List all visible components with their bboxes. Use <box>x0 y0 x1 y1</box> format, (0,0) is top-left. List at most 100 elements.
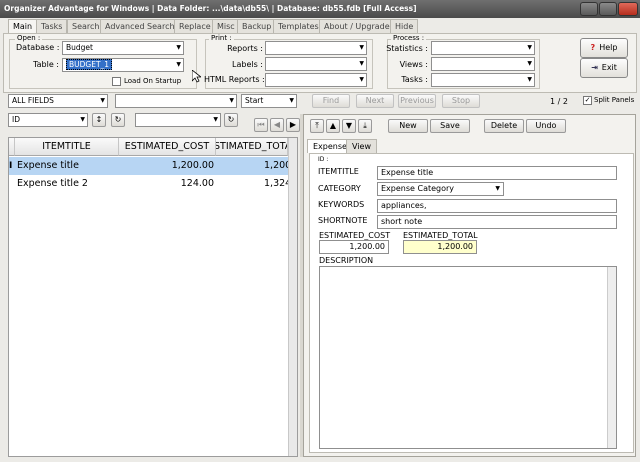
delete-record-button[interactable]: Delete <box>484 119 524 133</box>
column-header-itemtitle[interactable]: ITEMTITLE <box>15 138 119 156</box>
sort-direction-button[interactable]: ↕ <box>92 113 106 127</box>
top-icon: ⤒ <box>315 121 319 130</box>
tab-label: Tasks <box>41 22 63 31</box>
table-row[interactable]: Expense title 2 124.00 1,324.00 <box>9 175 297 193</box>
estimated-total-field[interactable]: 1,200.00 <box>403 240 477 254</box>
split-panels-checkbox[interactable]: ✓ <box>583 96 592 105</box>
tab-misc[interactable]: Misc <box>212 19 240 34</box>
tab-search[interactable]: Search <box>67 19 105 34</box>
chevron-down-icon: ▼ <box>80 116 85 123</box>
database-value: Budget <box>66 43 93 52</box>
first-icon: ⏮ <box>257 120 265 129</box>
tab-backup[interactable]: Backup <box>237 19 277 34</box>
estimated-cost-field[interactable]: 1,200.00 <box>319 240 389 254</box>
chevron-down-icon: ▼ <box>359 76 364 83</box>
description-vertical-scrollbar[interactable] <box>607 267 616 448</box>
category-select[interactable]: Expense Category ▼ <box>377 182 504 196</box>
tab-templates[interactable]: Templates <box>273 19 324 34</box>
move-up-button[interactable]: ▲ <box>326 119 340 133</box>
help-button[interactable]: ? Help <box>580 38 628 58</box>
reports-select[interactable]: ▼ <box>265 41 367 55</box>
tab-label: Replace <box>179 22 211 31</box>
estimated-total-label: ESTIMATED_TOTAL <box>403 231 478 240</box>
database-select[interactable]: Budget ▼ <box>62 41 184 55</box>
tasks-label: Tasks : <box>401 75 428 84</box>
refresh-icon: ↻ <box>227 115 235 124</box>
tab-view[interactable]: View <box>346 139 377 153</box>
exit-label: Exit <box>601 63 617 72</box>
exit-button[interactable]: ⇥ Exit <box>580 58 628 78</box>
keywords-value: appliances, <box>381 201 427 210</box>
stop-button[interactable]: Stop <box>442 94 480 108</box>
split-panels-label: Split Panels <box>594 96 635 104</box>
undo-label: Undo <box>535 121 557 130</box>
exit-icon: ⇥ <box>591 63 598 72</box>
column-header-estimated-total[interactable]: ESTIMATED_TOTAL <box>216 138 288 156</box>
previous-record-button[interactable]: ◀ <box>270 118 284 132</box>
tasks-select[interactable]: ▼ <box>431 73 535 87</box>
find-button[interactable]: Find <box>312 94 350 108</box>
grid-vertical-scrollbar[interactable] <box>288 138 297 456</box>
next-button[interactable]: Next <box>356 94 394 108</box>
labels-label: Labels : <box>232 60 263 69</box>
search-field-value: ALL FIELDS <box>12 96 54 105</box>
shortnote-value: short note <box>381 217 423 226</box>
tab-hide[interactable]: Hide <box>390 19 419 34</box>
views-select[interactable]: ▼ <box>431 57 535 71</box>
tab-advanced-search[interactable]: Advanced Search <box>100 19 180 34</box>
id-label: ID : <box>318 156 329 163</box>
filter-select[interactable]: ▼ <box>135 113 221 127</box>
tab-replace[interactable]: Replace <box>174 19 216 34</box>
close-button[interactable] <box>618 2 638 16</box>
search-position-select[interactable]: Start ▼ <box>241 94 297 108</box>
tab-about-upgrade[interactable]: About / Upgrade <box>319 19 395 34</box>
chevron-down-icon: ▼ <box>527 76 532 83</box>
maximize-button[interactable] <box>599 2 617 16</box>
tab-label: Templates <box>278 22 319 31</box>
search-field-select[interactable]: ALL FIELDS ▼ <box>8 94 108 108</box>
print-group-label: Print : <box>209 34 234 42</box>
move-down-button[interactable]: ▼ <box>342 119 356 133</box>
estimated-cost-value: 1,200.00 <box>349 242 385 251</box>
load-on-startup-checkbox[interactable] <box>112 77 121 86</box>
undo-button[interactable]: Undo <box>526 119 566 133</box>
save-record-button[interactable]: Save <box>430 119 470 133</box>
refresh-icon: ↻ <box>114 115 122 124</box>
search-text-input[interactable]: ▼ <box>115 94 237 108</box>
views-label: Views : <box>399 60 428 69</box>
labels-select[interactable]: ▼ <box>265 57 367 71</box>
filter-refresh-button[interactable]: ↻ <box>224 113 238 127</box>
tab-label: About / Upgrade <box>324 22 390 31</box>
estimated-total-value: 1,200.00 <box>437 242 473 251</box>
statistics-select[interactable]: ▼ <box>431 41 535 55</box>
minimize-button[interactable] <box>580 2 598 16</box>
first-field-button[interactable]: ⤒ <box>310 119 324 133</box>
itemtitle-field[interactable]: Expense title <box>377 166 617 180</box>
chevron-down-icon: ▼ <box>213 116 218 123</box>
next-icon: ▶ <box>289 120 297 129</box>
table-select[interactable]: BUDGET_1 ▼ <box>62 58 184 72</box>
process-group-label: Process : <box>391 34 427 42</box>
category-value: Expense Category <box>381 184 455 193</box>
tab-tasks[interactable]: Tasks <box>36 19 68 34</box>
next-record-button[interactable]: ▶ <box>286 118 300 132</box>
keywords-label: KEYWORDS <box>318 200 365 209</box>
refresh-button[interactable]: ↻ <box>111 113 125 127</box>
chevron-down-icon: ▼ <box>176 44 181 51</box>
first-record-button[interactable]: ⏮ <box>254 118 268 132</box>
record-form: ID : ITEMTITLE Expense title CATEGORY Ex… <box>309 153 634 453</box>
keywords-field[interactable]: appliances, <box>377 199 617 213</box>
previous-button[interactable]: Previous <box>398 94 436 108</box>
column-header-estimated-cost[interactable]: ESTIMATED_COST <box>119 138 216 156</box>
find-label: Find <box>322 96 340 105</box>
last-field-button[interactable]: ⤓ <box>358 119 372 133</box>
html-reports-select[interactable]: ▼ <box>265 73 367 87</box>
new-record-button[interactable]: New <box>388 119 428 133</box>
sort-field-select[interactable]: ID ▼ <box>8 113 88 127</box>
description-textarea[interactable] <box>319 266 617 449</box>
chevron-down-icon: ▼ <box>527 44 532 51</box>
shortnote-field[interactable]: short note <box>377 215 617 229</box>
table-row[interactable]: I Expense title 1,200.00 1,200.00 <box>9 157 297 175</box>
load-on-startup-label: Load On Startup <box>124 77 182 85</box>
chevron-down-icon: ▼ <box>100 97 105 104</box>
